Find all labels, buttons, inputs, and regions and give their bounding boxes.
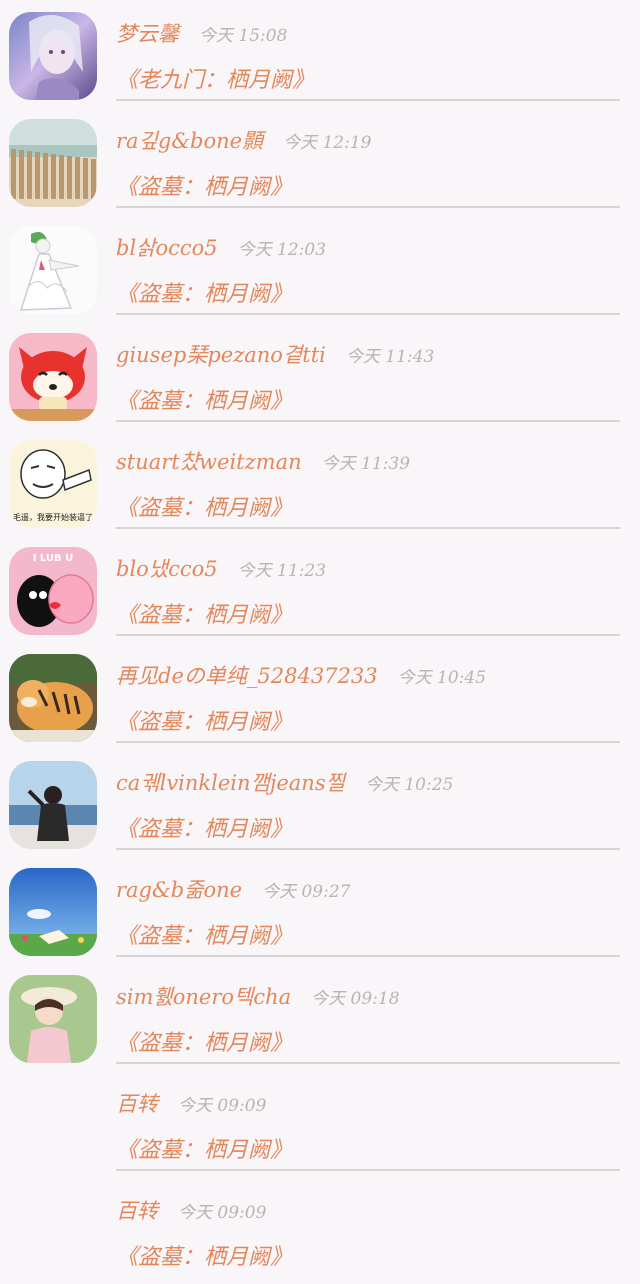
comment-text: 《盗墓：栖月阙》 <box>116 924 293 949</box>
fantasy-woman-avatar[interactable] <box>9 12 97 100</box>
tiger-avatar[interactable] <box>9 654 97 742</box>
comment-text: 《盗墓：栖月阙》 <box>116 389 293 414</box>
comment-text: 《盗墓：栖月阙》 <box>116 175 293 200</box>
comment-time: 今天 10:45 <box>397 668 487 688</box>
comment-time: 今天 12:19 <box>283 133 372 153</box>
comment-time: 今天 09:09 <box>178 1203 267 1223</box>
comment-header: ra깊g&bone顥 今天 12:19 <box>116 125 371 157</box>
comment-text: 《盗墓：栖月阙》 <box>116 1245 293 1270</box>
comment-time: 今天 11:39 <box>321 454 411 474</box>
comment-time: 今天 11:23 <box>237 561 327 581</box>
comment-text: 《盗墓：栖月阙》 <box>116 817 293 842</box>
user-name[interactable]: 再见deの单纯_528437233 <box>116 660 378 690</box>
avatar-caption: I LUB U <box>33 553 74 564</box>
comment-header: 再见deの单纯_528437233 今天 10:45 <box>116 660 486 692</box>
comment-row[interactable]: ra깊g&bone顥 今天 12:19 《盗墓：栖月阙》 <box>0 107 640 214</box>
blue-sky-avatar[interactable] <box>9 868 97 956</box>
seaside-girl-avatar[interactable] <box>9 761 97 849</box>
row-divider <box>116 955 620 957</box>
comment-time: 今天 12:03 <box>237 240 327 260</box>
comment-header: ca궦lvinklein깸jeans찔 今天 10:25 <box>116 767 453 799</box>
avatar-caption: 毛遥，我要开始装逼了 <box>13 512 93 522</box>
comment-row[interactable]: rag&b줆one 今天 09:27 《盗墓：栖月阙》 <box>0 856 640 963</box>
comment-row[interactable]: 梦云馨 今天 15:08 《老九门：栖月阙》 <box>0 0 640 107</box>
comment-text: 《老九门：栖月阙》 <box>116 68 315 93</box>
comment-row[interactable]: I LUB U blo냈cco5 今天 11:23 《盗墓：栖月阙》 <box>0 535 640 642</box>
comment-text: 《盗墓：栖月阙》 <box>116 710 293 735</box>
red-fox-avatar[interactable] <box>9 333 97 421</box>
comment-time: 今天 15:08 <box>199 26 288 46</box>
row-divider <box>116 527 620 529</box>
row-divider <box>116 848 620 850</box>
comment-row[interactable]: 毛遥，我要开始装逼了 stuart챴weitzman 今天 11:39 《盗墓：… <box>0 428 640 535</box>
row-divider <box>116 634 620 636</box>
user-name[interactable]: blo냈cco5 <box>116 553 218 583</box>
row-divider <box>116 420 620 422</box>
beach-fence-avatar[interactable] <box>9 119 97 207</box>
row-divider <box>116 1062 620 1064</box>
comment-list: 梦云馨 今天 15:08 《老九门：栖月阙》 ra깊g&bone顥 今天 12:… <box>0 0 640 1284</box>
comment-time: 今天 09:18 <box>311 989 400 1009</box>
comment-row[interactable]: giusep琹pezano곁tti 今天 11:43 《盗墓：栖月阙》 <box>0 321 640 428</box>
comment-time: 今天 11:43 <box>345 347 435 367</box>
comment-time: 今天 09:27 <box>262 882 351 902</box>
comment-header: blo냈cco5 今天 11:23 <box>116 553 326 585</box>
comment-row[interactable]: 百转 今天 09:09 《盗墓：栖月阙》 <box>0 1070 640 1177</box>
comment-header: 梦云馨 今天 15:08 <box>116 18 287 50</box>
comment-row[interactable]: 再见deの单纯_528437233 今天 10:45 《盗墓：栖月阙》 <box>0 642 640 749</box>
user-name[interactable]: ca궦lvinklein깸jeans찔 <box>116 767 345 797</box>
comment-row[interactable]: sim휈onero텍cha 今天 09:18 《盗墓：栖月阙》 <box>0 963 640 1070</box>
row-divider <box>116 206 620 208</box>
user-name[interactable]: rag&b줆one <box>116 874 242 904</box>
user-name[interactable]: 百转 <box>116 1195 158 1225</box>
comment-header: bl삵occo5 今天 12:03 <box>116 232 326 264</box>
comment-header: sim휈onero텍cha 今天 09:18 <box>116 981 400 1013</box>
comment-time: 今天 10:25 <box>364 775 454 795</box>
comment-time: 今天 09:09 <box>178 1096 267 1116</box>
row-divider <box>116 99 620 101</box>
user-name[interactable]: ra깊g&bone顥 <box>116 125 263 155</box>
comment-text: 《盗墓：栖月阙》 <box>116 496 293 521</box>
comment-header: 百转 今天 09:09 <box>116 1088 266 1120</box>
comment-header: stuart챴weitzman 今天 11:39 <box>116 446 410 478</box>
cartoon-couple-avatar[interactable]: I LUB U <box>9 547 97 635</box>
user-name[interactable]: stuart챴weitzman <box>116 446 302 476</box>
user-name[interactable]: giusep琹pezano곁tti <box>116 339 326 369</box>
row-divider <box>116 313 620 315</box>
comment-text: 《盗墓：栖月阙》 <box>116 1031 293 1056</box>
comment-header: giusep琹pezano곁tti 今天 11:43 <box>116 339 434 371</box>
row-divider <box>116 1169 620 1171</box>
comment-text: 《盗墓：栖月阙》 <box>116 282 293 307</box>
meme-face-avatar[interactable]: 毛遥，我要开始装逼了 <box>9 440 97 528</box>
comment-header: 百转 今天 09:09 <box>116 1195 266 1227</box>
user-name[interactable]: 百转 <box>116 1088 158 1118</box>
comment-header: rag&b줆one 今天 09:27 <box>116 874 350 906</box>
girl-hat-avatar[interactable] <box>9 975 97 1063</box>
user-name[interactable]: sim휈onero텍cha <box>116 981 291 1011</box>
row-divider <box>116 741 620 743</box>
comment-text: 《盗墓：栖月阙》 <box>116 1138 293 1163</box>
comment-row[interactable]: bl삵occo5 今天 12:03 《盗墓：栖月阙》 <box>0 214 640 321</box>
comment-text: 《盗墓：栖月阙》 <box>116 603 293 628</box>
white-pokemon-avatar[interactable] <box>9 226 97 314</box>
user-name[interactable]: bl삵occo5 <box>116 232 218 262</box>
user-name[interactable]: 梦云馨 <box>116 18 179 48</box>
comment-row[interactable]: ca궦lvinklein깸jeans찔 今天 10:25 《盗墓：栖月阙》 <box>0 749 640 856</box>
